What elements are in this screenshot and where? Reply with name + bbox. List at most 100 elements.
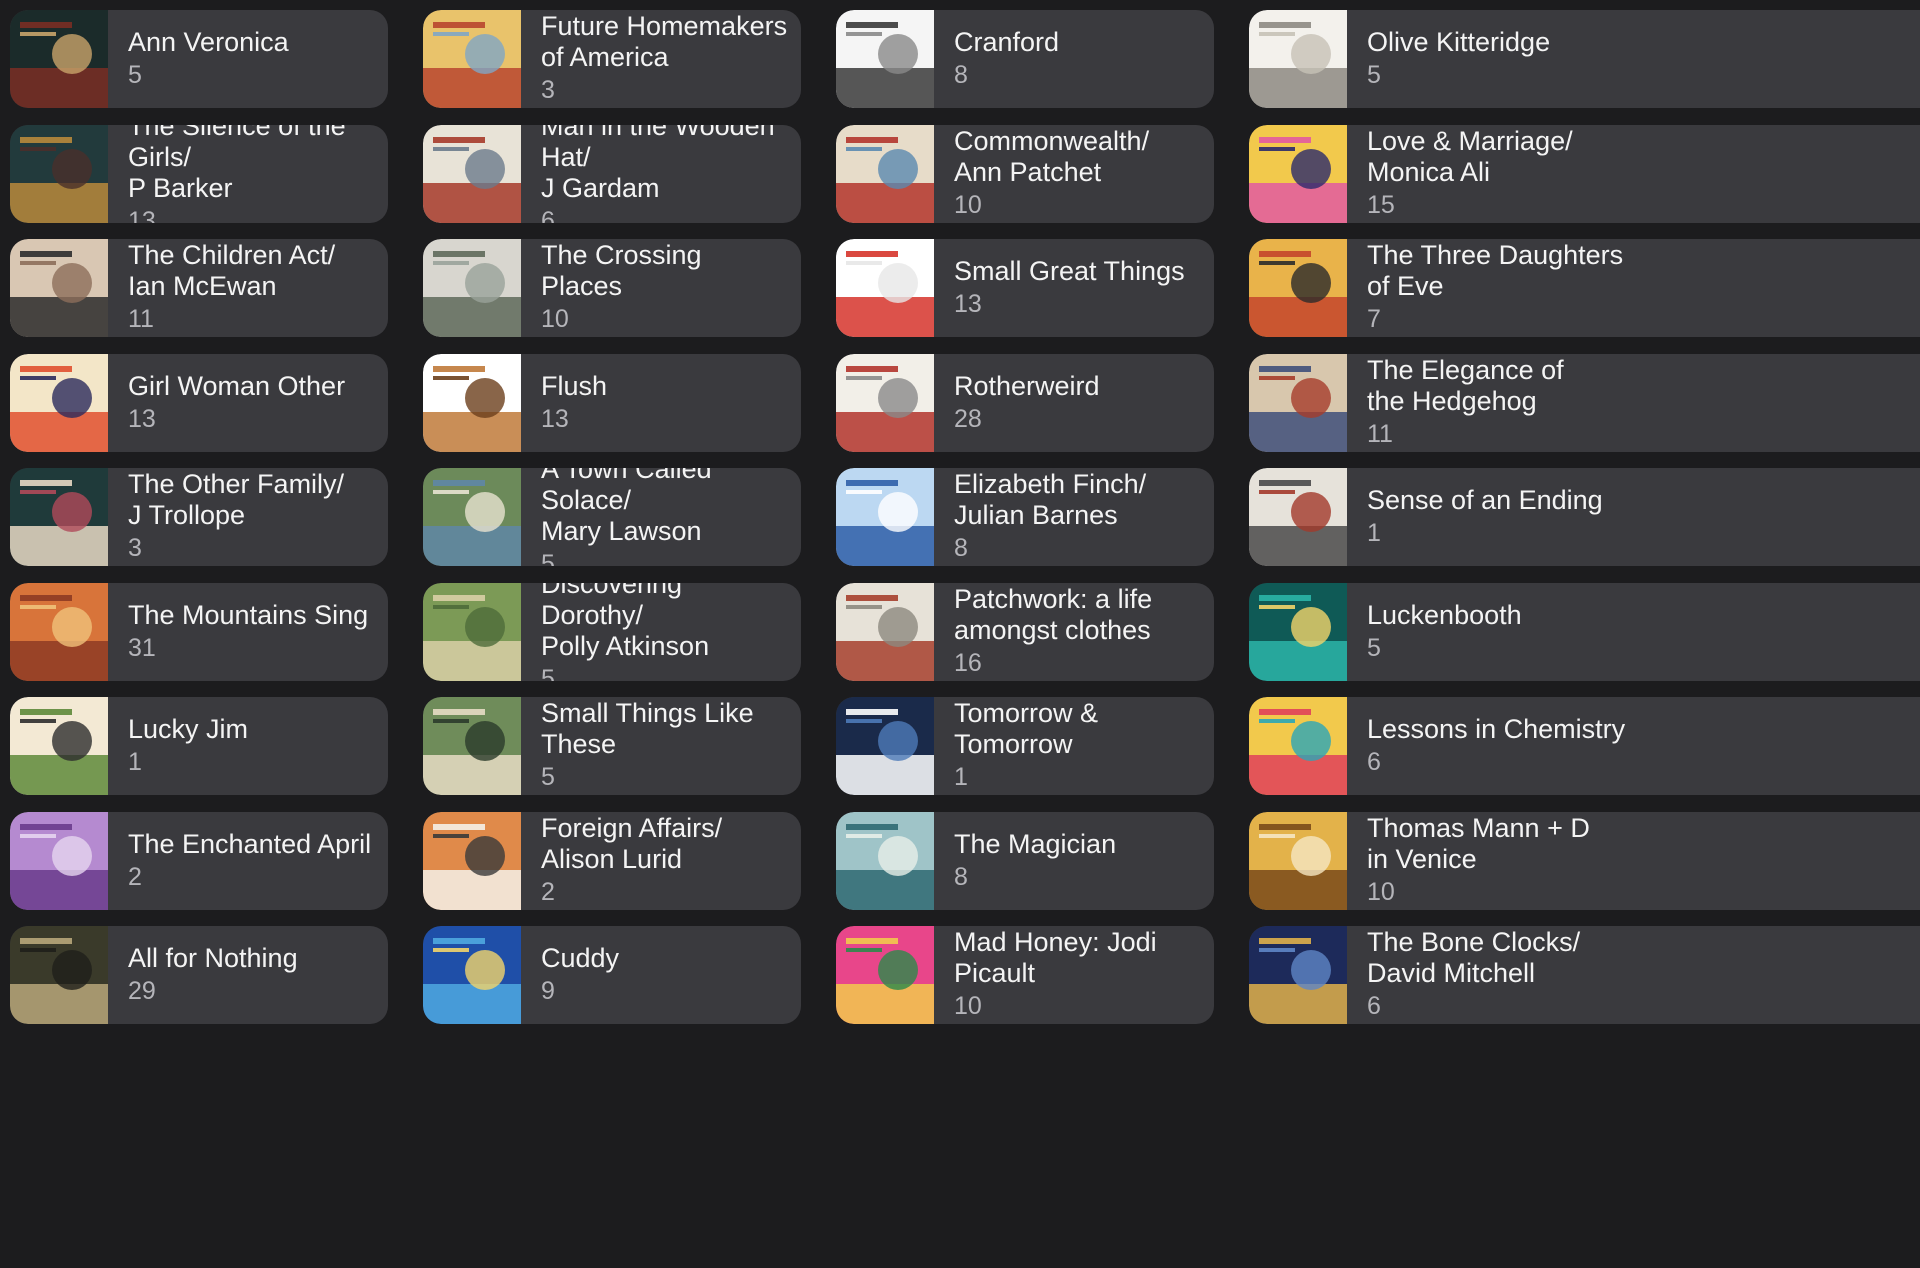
book-list-card[interactable]: The Other Family/ J Trollope 3 xyxy=(10,468,388,566)
book-list-info: Man in the Wooden Hat/ J Gardam 6 xyxy=(521,125,801,223)
book-list-info: Luckenbooth 5 xyxy=(1347,583,1920,681)
book-list-card[interactable]: Small Things Like These 5 xyxy=(423,697,801,795)
book-cover-image xyxy=(423,354,521,452)
book-list-info: Rotherweird 28 xyxy=(934,354,1214,452)
book-list-card[interactable]: Cuddy 9 xyxy=(423,926,801,1024)
book-list-card[interactable]: Lucky Jim 1 xyxy=(10,697,388,795)
book-list-card[interactable]: The Three Daughters of Eve 7 xyxy=(1249,239,1920,337)
book-list-count: 6 xyxy=(1367,992,1381,1020)
book-list-count: 3 xyxy=(541,76,555,104)
book-list-count: 9 xyxy=(541,976,555,1005)
book-cover-image xyxy=(10,239,108,337)
book-cover-image xyxy=(423,583,521,681)
book-list-title: The Enchanted April xyxy=(128,828,372,859)
book-list-title: The Elegance of the Hedgehog xyxy=(1367,355,1564,416)
book-list-title: Mad Honey: Jodi Picault xyxy=(954,927,1157,988)
book-list-title: Elizabeth Finch/ Julian Barnes xyxy=(954,469,1147,530)
book-list-card[interactable]: Olive Kitteridge 5 xyxy=(1249,10,1920,108)
book-list-count: 5 xyxy=(541,763,555,791)
book-cover-image xyxy=(836,812,934,910)
book-list-count: 13 xyxy=(128,206,156,224)
book-list-count: 10 xyxy=(541,305,569,333)
book-list-card[interactable]: The Magician 8 xyxy=(836,812,1214,910)
book-list-title: The Bone Clocks/ David Mitchell xyxy=(1367,927,1581,988)
book-list-card[interactable]: Future Homemakers of America 3 xyxy=(423,10,801,108)
book-list-card[interactable]: Commonwealth/ Ann Patchet 10 xyxy=(836,125,1214,223)
book-list-title: Love & Marriage/ Monica Ali xyxy=(1367,126,1573,187)
book-cover-image xyxy=(10,468,108,566)
book-list-title: Future Homemakers of America xyxy=(541,11,788,72)
book-list-card[interactable]: The Enchanted April 2 xyxy=(10,812,388,910)
book-cover-image xyxy=(423,10,521,108)
book-list-count: 3 xyxy=(128,534,142,562)
book-list-info: Mad Honey: Jodi Picault 10 xyxy=(934,926,1214,1024)
book-cover-image xyxy=(836,354,934,452)
book-list-info: Flush 13 xyxy=(521,354,801,452)
book-list-card[interactable]: Thomas Mann + D in Venice 10 xyxy=(1249,812,1920,910)
book-list-card[interactable]: Rotherweird 28 xyxy=(836,354,1214,452)
book-list-card[interactable]: Ann Veronica 5 xyxy=(10,10,388,108)
book-list-info: Girl Woman Other 13 xyxy=(108,354,388,452)
book-list-card[interactable]: Foreign Affairs/ Alison Lurid 2 xyxy=(423,812,801,910)
book-list-info: Cuddy 9 xyxy=(521,926,801,1024)
book-list-card[interactable]: Lessons in Chemistry 6 xyxy=(1249,697,1920,795)
book-list-count: 8 xyxy=(954,534,968,562)
book-list-title: Ann Veronica xyxy=(128,26,289,57)
book-list-card[interactable]: Luckenbooth 5 xyxy=(1249,583,1920,681)
book-list-card[interactable]: Discovering Dorothy/ Polly Atkinson 5 xyxy=(423,583,801,681)
book-list-info: Thomas Mann + D in Venice 10 xyxy=(1347,812,1920,910)
book-list-count: 11 xyxy=(1367,420,1393,448)
book-cover-image xyxy=(836,926,934,1024)
book-list-title: The Crossing Places xyxy=(541,240,702,301)
book-list-title: Small Great Things xyxy=(954,255,1185,286)
book-list-card[interactable]: Small Great Things 13 xyxy=(836,239,1214,337)
book-list-title: Thomas Mann + D in Venice xyxy=(1367,813,1590,874)
book-list-count: 1 xyxy=(1367,518,1381,547)
book-list-title: Foreign Affairs/ Alison Lurid xyxy=(541,813,723,874)
book-list-count: 10 xyxy=(1367,878,1395,906)
book-list-info: Love & Marriage/ Monica Ali 15 xyxy=(1347,125,1920,223)
book-list-count: 5 xyxy=(541,549,555,567)
book-list-info: Sense of an Ending 1 xyxy=(1347,468,1920,566)
book-cover-image xyxy=(1249,697,1347,795)
book-list-info: Lucky Jim 1 xyxy=(108,697,388,795)
book-cover-image xyxy=(10,926,108,1024)
book-list-card[interactable]: A Town Called Solace/ Mary Lawson 5 xyxy=(423,468,801,566)
book-list-card[interactable]: The Silence of the Girls/ P Barker 13 xyxy=(10,125,388,223)
book-list-count: 2 xyxy=(541,878,555,906)
book-list-count: 10 xyxy=(954,992,982,1020)
book-list-title: The Three Daughters of Eve xyxy=(1367,240,1624,301)
book-list-card[interactable]: Sense of an Ending 1 xyxy=(1249,468,1920,566)
book-list-card[interactable]: Tomorrow & Tomorrow 1 xyxy=(836,697,1214,795)
book-list-info: Tomorrow & Tomorrow 1 xyxy=(934,697,1214,795)
book-list-info: Olive Kitteridge 5 xyxy=(1347,10,1920,108)
book-list-card[interactable]: Cranford 8 xyxy=(836,10,1214,108)
book-list-info: Patchwork: a life amongst clothes 16 xyxy=(934,583,1214,681)
book-list-card[interactable]: The Children Act/ Ian McEwan 11 xyxy=(10,239,388,337)
book-list-card[interactable]: Love & Marriage/ Monica Ali 15 xyxy=(1249,125,1920,223)
book-list-card[interactable]: Patchwork: a life amongst clothes 16 xyxy=(836,583,1214,681)
book-list-card[interactable]: Man in the Wooden Hat/ J Gardam 6 xyxy=(423,125,801,223)
book-list-count: 15 xyxy=(1367,191,1395,219)
book-list-count: 5 xyxy=(541,664,555,682)
book-list-card[interactable]: Girl Woman Other 13 xyxy=(10,354,388,452)
book-list-title: Olive Kitteridge xyxy=(1367,26,1551,57)
book-list-count: 5 xyxy=(1367,633,1381,662)
book-list-title: The Magician xyxy=(954,828,1117,859)
book-list-card[interactable]: The Mountains Sing 31 xyxy=(10,583,388,681)
book-cover-image xyxy=(423,812,521,910)
book-cover-image xyxy=(10,125,108,223)
book-cover-image xyxy=(836,10,934,108)
book-list-card[interactable]: The Crossing Places 10 xyxy=(423,239,801,337)
book-list-title: The Other Family/ J Trollope xyxy=(128,469,345,530)
book-list-count: 11 xyxy=(128,305,154,333)
book-list-info: The Children Act/ Ian McEwan 11 xyxy=(108,239,388,337)
book-list-info: All for Nothing 29 xyxy=(108,926,388,1024)
book-list-card[interactable]: The Elegance of the Hedgehog 11 xyxy=(1249,354,1920,452)
book-list-card[interactable]: All for Nothing 29 xyxy=(10,926,388,1024)
book-list-card[interactable]: Elizabeth Finch/ Julian Barnes 8 xyxy=(836,468,1214,566)
book-list-card[interactable]: Mad Honey: Jodi Picault 10 xyxy=(836,926,1214,1024)
book-list-card[interactable]: The Bone Clocks/ David Mitchell 6 xyxy=(1249,926,1920,1024)
book-list-card[interactable]: Flush 13 xyxy=(423,354,801,452)
book-list-count: 2 xyxy=(128,862,142,891)
